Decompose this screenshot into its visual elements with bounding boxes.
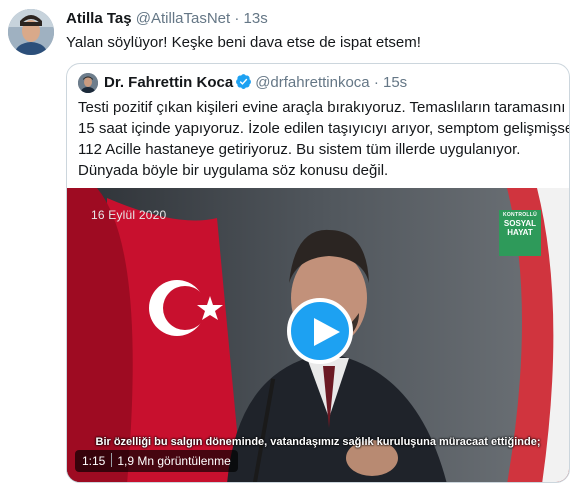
author-handle[interactable]: @AtillaTasNet [136,10,230,27]
quoted-author-handle[interactable]: @drfahrettinkoca [255,74,369,91]
video-date-overlay: 16 Eylül 2020 [91,208,167,222]
video-subtitle: Bir özelliği bu salgın döneminde, vatand… [95,436,541,448]
kontrollu-sosyal-hayat-logo: KONTROLLÜ SOSYAL HAYAT [499,210,541,256]
play-button[interactable] [287,298,353,364]
video-view-count: 1,9 Mn görüntülenme [117,454,231,468]
quoted-author-name[interactable]: Dr. Fahrettin Koca [104,74,233,91]
quoted-tweet-card[interactable]: Dr. Fahrettin Koca @drfahrettinkoca · 15s… [66,63,570,483]
quoted-text-line: Dünyada böyle bir uygulama söz konusu de… [78,162,389,179]
video-player[interactable]: 16 Eylül 2020 KONTROLLÜ SOSYAL HAYAT Bir… [67,188,569,482]
play-icon [314,318,340,346]
author-avatar[interactable] [8,9,54,55]
video-info-bar: 1:15 1,9 Mn görüntülenme [75,450,238,472]
quoted-text-line: Testi pozitif çıkan kişileri evine araçl… [78,99,566,116]
divider [111,453,113,467]
separator-dot: · [234,10,240,27]
quoted-author-avatar[interactable] [78,73,98,93]
tweet-text: Yalan söylüyor! Keşke beni dava etse de … [66,34,421,51]
verified-badge-icon [235,73,252,97]
quoted-tweet-header: Dr. Fahrettin Koca @drfahrettinkoca · 15s [104,72,407,97]
video-duration: 1:15 [82,454,106,468]
quoted-text-line: 15 saat içinde yapıyoruz. İzole edilen t… [78,120,570,137]
quoted-timestamp[interactable]: 15s [383,74,407,91]
tweet-header: Atilla Taş @AtillaTasNet · 13s [66,9,268,29]
quoted-tweet-text: Testi pozitif çıkan kişileri evine araçl… [78,97,570,181]
tweet-timestamp[interactable]: 13s [244,10,268,27]
author-name[interactable]: Atilla Taş [66,10,132,27]
quoted-separator-dot: · [373,74,379,91]
quoted-text-line: 112 Acille hastaneye getiriyoruz. Bu sis… [78,141,521,158]
